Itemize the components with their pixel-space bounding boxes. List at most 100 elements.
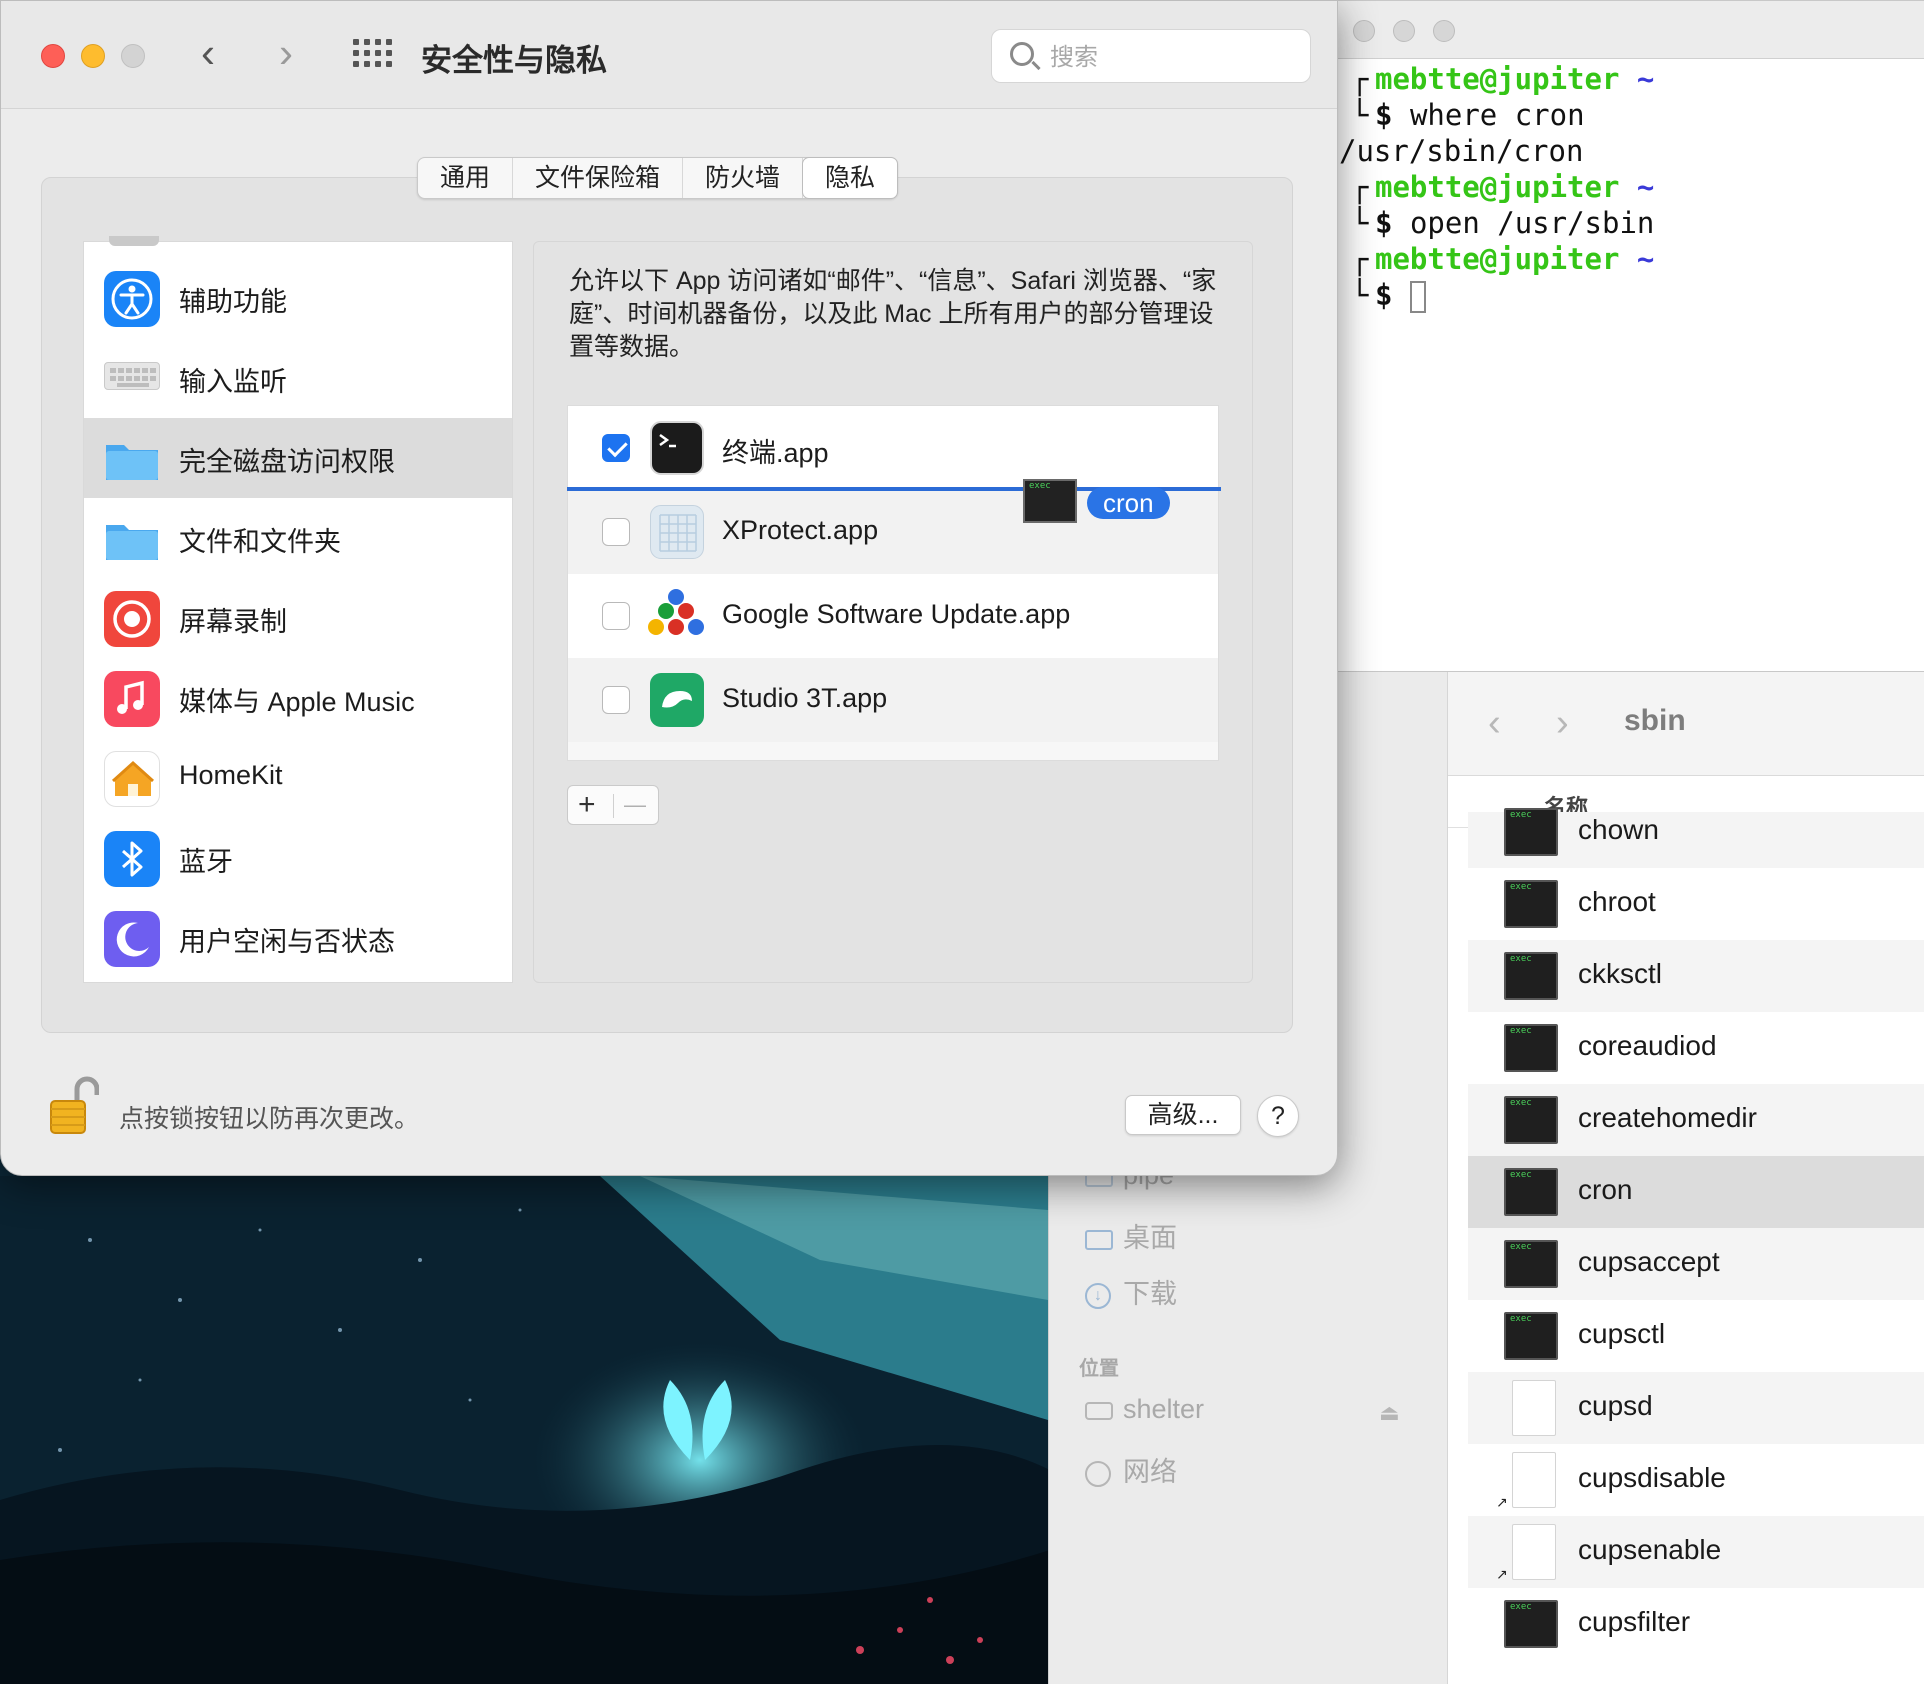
sidebar-section-locations: 位置 [1079,1358,1119,1380]
exec-file-icon [1504,1024,1558,1072]
alias-arrow-icon: ↗ [1496,1566,1508,1582]
file-name: cupsctl [1578,1318,1666,1349]
folder-icon [104,511,160,567]
category-accessibility[interactable]: 辅助功能 [84,258,512,338]
app-row-terminal[interactable]: 终端.app [568,406,1218,490]
keyboard-icon [104,362,160,390]
tab-privacy[interactable]: 隐私 [802,157,899,199]
back-button[interactable]: ‹ [201,29,215,77]
remove-button[interactable]: — [624,792,646,818]
show-all-grid-icon[interactable] [353,39,392,69]
search-icon [1010,42,1034,66]
app-checkbox[interactable] [602,518,630,546]
terminal-zoom-button[interactable] [1433,20,1455,42]
category-files-and-folders[interactable]: 文件和文件夹 [84,498,512,578]
tab-general[interactable]: 通用 [418,158,514,198]
command-text: open /usr/sbin [1409,206,1655,240]
back-button[interactable]: ‹ [1488,702,1501,745]
exec-file-icon [1504,1096,1558,1144]
app-row-studio3t[interactable]: Studio 3T.app [568,658,1218,742]
output-text: /usr/sbin/cron [1339,134,1584,168]
privacy-category-list: 辅助功能 输入监听 完全磁盘访问权限 文件和文件夹 屏幕录制 媒体与 Apple… [83,236,513,983]
prompt-user: mebtte@jupiter [1375,62,1620,96]
category-media-apple-music[interactable]: 媒体与 Apple Music [84,658,512,738]
unlocked-padlock-icon[interactable] [49,1075,100,1137]
file-row-selected[interactable]: cron [1468,1156,1924,1228]
category-label: 辅助功能 [179,287,287,317]
terminal-output-line: /usr/sbin/cron [1339,133,1924,169]
forward-button[interactable]: › [279,29,293,77]
download-icon: ↓ [1085,1282,1111,1309]
terminal-titlebar [1335,1,1924,59]
terminal-minimize-button[interactable] [1393,20,1415,42]
help-button[interactable]: ? [1257,1095,1299,1137]
terminal-close-button[interactable] [1353,20,1375,42]
window-toolbar: ‹ › 安全性与隐私 [1,1,1337,109]
folder-icon [104,431,160,487]
file-row[interactable]: cupsaccept [1468,1228,1924,1300]
category-bluetooth[interactable]: 蓝牙 [84,818,512,898]
zoom-button[interactable] [121,44,145,68]
minimize-button[interactable] [81,44,105,68]
app-name: Google Software Update.app [722,599,1071,629]
app-checkbox[interactable] [602,602,630,630]
terminal-output[interactable]: ┌ mebtte@jupiter ~ └ $ where cron /usr/sbi… [1335,59,1924,313]
file-name: cupsfilter [1578,1606,1691,1637]
category-input-monitoring[interactable]: 输入监听 [84,338,512,418]
file-row[interactable]: ↗ cupsenable [1468,1516,1924,1588]
app-checkbox[interactable] [602,434,630,462]
file-row[interactable]: ↗ cupsdisable [1468,1444,1924,1516]
forward-button[interactable]: › [1556,702,1569,745]
sidebar-item-downloads[interactable]: ↓ 下载 [1085,1272,1177,1311]
category-homekit[interactable]: HomeKit [84,738,512,818]
category-screen-recording[interactable]: 屏幕录制 [84,578,512,658]
file-name: chroot [1578,886,1656,917]
security-privacy-window: ‹ › 安全性与隐私 通用 文件保险箱 防火墙 隐私 辅助功能 [0,0,1338,1176]
app-checkbox[interactable] [602,686,630,714]
search-input[interactable] [1050,40,1290,74]
add-button[interactable]: + [578,788,596,822]
prompt-dir: ~ [1636,170,1655,204]
app-row-google-update[interactable]: Google Software Update.app [568,574,1218,658]
file-name: createhomedir [1578,1102,1757,1133]
file-row[interactable]: chroot [1468,868,1924,940]
file-row[interactable]: cupsd [1468,1372,1924,1444]
advanced-button[interactable]: 高级... [1125,1095,1241,1135]
file-name: coreaudiod [1578,1030,1717,1061]
file-row[interactable]: cupsctl [1468,1300,1924,1372]
category-full-disk-access[interactable]: 完全磁盘访问权限 [84,418,512,498]
category-user-idle-status[interactable]: 用户空闲与否状态 [84,898,512,978]
search-field[interactable] [991,29,1311,83]
close-button[interactable] [41,44,65,68]
sidebar-item-desktop[interactable]: 桌面 [1085,1216,1177,1255]
xprotect-icon [650,505,704,559]
exec-file-icon [1504,1240,1558,1288]
file-name: cupsaccept [1578,1246,1720,1277]
file-row[interactable]: coreaudiod [1468,1012,1924,1084]
finder-main: ‹ › sbin 名称 chown chroot ckksctl coreaud… [1447,672,1924,1684]
file-name: cupsdisable [1578,1462,1726,1493]
sidebar-item-network[interactable]: 网络 [1085,1450,1177,1489]
command-text: where cron [1409,98,1585,132]
scrolled-item-icon [109,236,159,246]
file-name: cupsd [1578,1390,1653,1421]
tab-firewall[interactable]: 防火墙 [683,158,804,198]
file-row[interactable]: chown [1468,808,1924,868]
dragged-exec-icon [1023,479,1077,523]
sidebar-item-label: 下载 [1123,1279,1177,1309]
google-update-icon [648,589,704,643]
category-label: 用户空闲与否状态 [179,927,395,957]
file-name: cron [1578,1174,1633,1205]
category-label: HomeKit [179,760,283,790]
exec-file-icon [1504,1312,1558,1360]
tab-filevault[interactable]: 文件保险箱 [513,158,684,198]
file-row[interactable]: createhomedir [1468,1084,1924,1156]
app-name: 终端.app [722,438,829,468]
sidebar-item-label: 网络 [1123,1457,1177,1487]
file-row[interactable]: ckksctl [1468,940,1924,1012]
file-name: ckksctl [1578,958,1662,989]
eject-icon[interactable]: ⏏ [1379,1400,1400,1426]
sidebar-item-shelter[interactable]: shelter [1085,1394,1204,1425]
screen-record-icon [104,591,160,647]
file-row[interactable]: cupsfilter [1468,1588,1924,1660]
